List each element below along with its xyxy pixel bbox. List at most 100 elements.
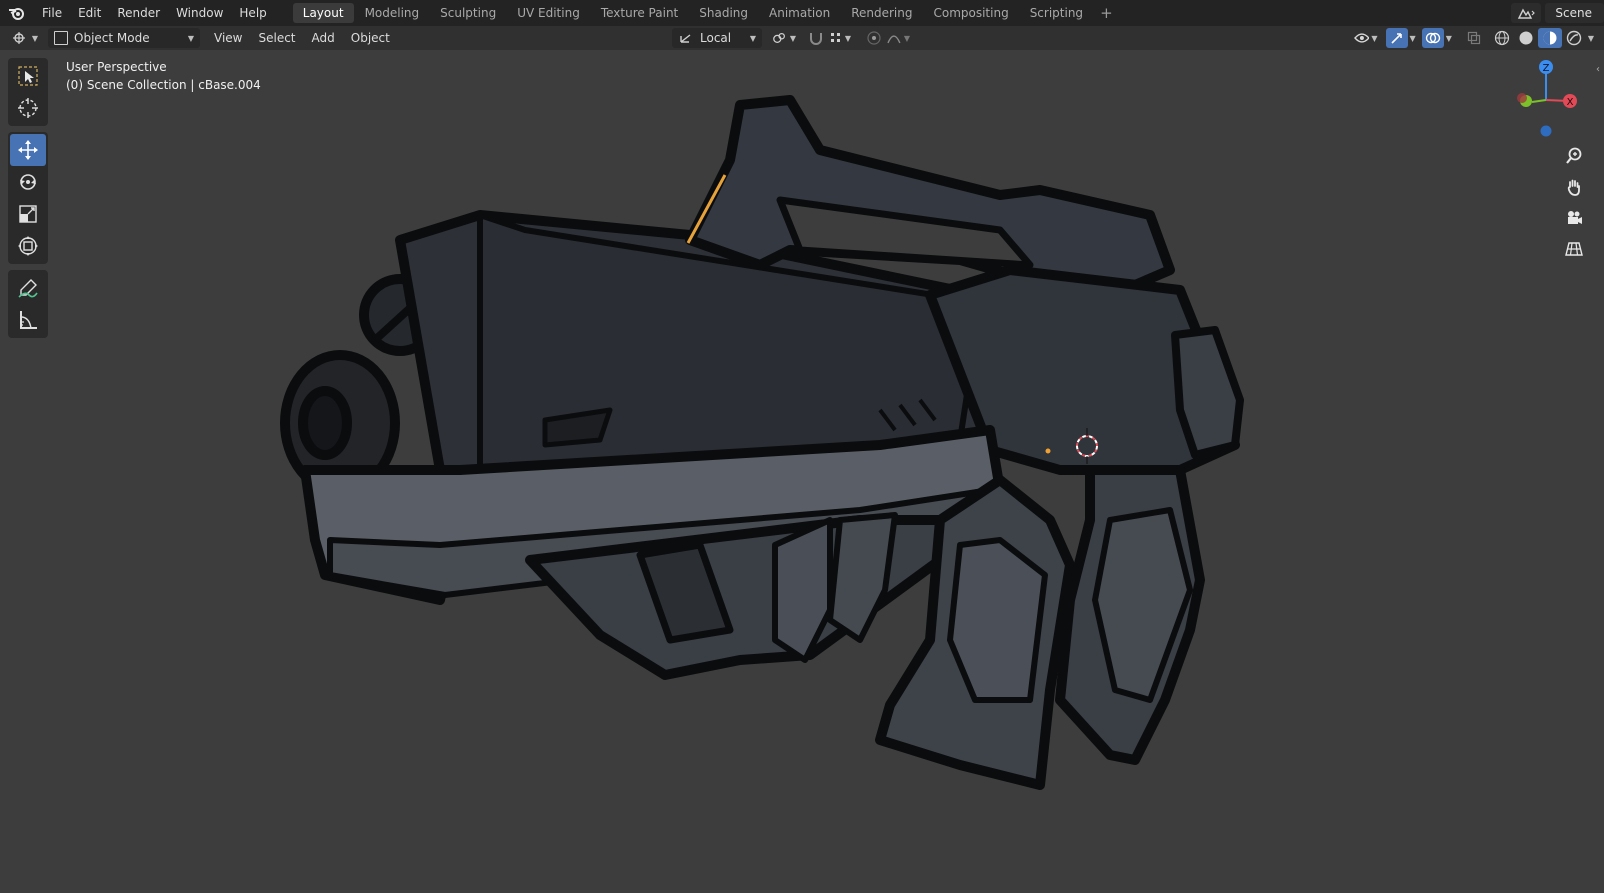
tab-scripting[interactable]: Scripting: [1020, 3, 1093, 23]
camera-view-button[interactable]: [1560, 204, 1588, 232]
gizmo-x-label: X: [1567, 97, 1574, 108]
menu-edit[interactable]: Edit: [70, 0, 109, 26]
tab-modeling[interactable]: Modeling: [355, 3, 430, 23]
chevron-down-icon[interactable]: ▼: [1446, 34, 1452, 43]
menu-help[interactable]: Help: [231, 0, 274, 26]
viewport-info: User Perspective (0) Scene Collection | …: [66, 58, 261, 94]
zoom-icon: [1566, 147, 1582, 164]
proportional-edit-toggle[interactable]: [862, 28, 886, 48]
mode-label: Object Mode: [74, 31, 150, 45]
snap-grid-icon: [830, 33, 840, 42]
falloff-curve-icon: [887, 35, 901, 44]
measure-icon: [20, 311, 37, 329]
measure-tool[interactable]: [10, 304, 46, 336]
falloff-button[interactable]: ▼: [886, 28, 910, 48]
menu-file[interactable]: File: [34, 0, 70, 26]
top-bar: File Edit Render Window Help Layout Mode…: [0, 0, 1604, 26]
overlays-toggle[interactable]: [1421, 28, 1444, 48]
chevron-down-icon[interactable]: ▼: [1588, 34, 1594, 43]
chevron-down-icon: ▼: [1371, 33, 1378, 43]
chevron-down-icon: ▼: [749, 33, 756, 43]
perspective-label: User Perspective: [66, 60, 167, 74]
gun-model[interactable]: [0, 50, 1604, 893]
editor-type-button[interactable]: ▼: [8, 28, 42, 48]
pivot-button[interactable]: ▼: [772, 28, 796, 48]
tab-animation[interactable]: Animation: [759, 3, 840, 23]
move-tool[interactable]: [10, 134, 46, 166]
viewport-header: ▼ Object Mode ▼ View Select Add Object L…: [0, 26, 1604, 50]
scene-icon: [1518, 8, 1536, 19]
3d-viewport[interactable]: User Perspective (0) Scene Collection | …: [0, 50, 1604, 893]
menu-view[interactable]: View: [206, 28, 250, 48]
scale-tool[interactable]: [10, 198, 46, 230]
hand-pan-icon: [1567, 179, 1580, 196]
chevron-down-icon: ▼: [844, 33, 852, 43]
camera-icon: [1568, 211, 1582, 224]
gizmo-toggle[interactable]: [1385, 28, 1408, 48]
rendered-sphere-icon: [1566, 30, 1582, 46]
snap-target-button[interactable]: ▼: [828, 28, 852, 48]
tab-uv-editing[interactable]: UV Editing: [507, 3, 590, 23]
orientation-label: Local: [700, 31, 732, 45]
tab-sculpting[interactable]: Sculpting: [430, 3, 506, 23]
chevron-down-icon: ▼: [187, 33, 194, 43]
grid-ortho-icon: [1565, 242, 1583, 256]
sidebar-expand-icon[interactable]: ‹: [1596, 64, 1600, 75]
pivot-icon: [773, 32, 785, 44]
annotate-tool[interactable]: [10, 272, 46, 304]
collection-label: (0) Scene Collection | cBase.004: [66, 78, 261, 92]
solid-sphere-icon: [1519, 31, 1533, 45]
scene-browse-button[interactable]: [1511, 3, 1542, 23]
rotate-tool[interactable]: [10, 166, 46, 198]
move-icon: [18, 140, 38, 160]
workspace-tabs: Layout Modeling Sculpting UV Editing Tex…: [292, 0, 1119, 26]
gizmo-neg-x-axis: [1517, 93, 1527, 103]
navigation-gizmo[interactable]: Z X: [1514, 58, 1584, 138]
chevron-down-icon: ▼: [903, 33, 910, 43]
menu-render[interactable]: Render: [109, 0, 168, 26]
snap-toggle[interactable]: [804, 28, 828, 48]
tab-layout[interactable]: Layout: [292, 3, 354, 23]
pan-button[interactable]: [1560, 173, 1588, 201]
shading-wireframe[interactable]: [1490, 28, 1514, 48]
orientation-dropdown[interactable]: Local ▼: [672, 28, 762, 48]
viewport-display-tools: ▼ ▼ ▼ ▼: [1353, 28, 1594, 48]
shading-solid[interactable]: [1514, 28, 1538, 48]
shading-material[interactable]: [1537, 28, 1562, 48]
ortho-toggle-button[interactable]: [1560, 235, 1588, 263]
object-cube-icon: [54, 31, 68, 45]
tab-shading[interactable]: Shading: [689, 3, 758, 23]
xray-toggle[interactable]: [1462, 28, 1486, 48]
select-box-tool[interactable]: [10, 60, 46, 92]
chevron-down-icon[interactable]: ▼: [1410, 34, 1416, 43]
menu-object[interactable]: Object: [343, 28, 398, 48]
cursor-tool[interactable]: [10, 92, 46, 124]
gizmo-neg-z-axis: [1540, 125, 1552, 137]
transform-tools: Local ▼ ▼ ▼ ▼: [672, 28, 910, 48]
cursor-icon: [18, 98, 38, 118]
gizmo-icon: [1390, 33, 1402, 44]
object-origin: [1045, 448, 1051, 454]
scene-name[interactable]: Scene: [1545, 3, 1604, 23]
tab-rendering[interactable]: Rendering: [841, 3, 922, 23]
overlays-icon: [1425, 32, 1440, 44]
tab-compositing[interactable]: Compositing: [923, 3, 1018, 23]
menu-window[interactable]: Window: [168, 0, 231, 26]
transform-tool[interactable]: [10, 230, 46, 262]
zoom-button[interactable]: [1560, 142, 1588, 170]
rotate-icon: [20, 174, 36, 190]
shading-rendered[interactable]: [1562, 28, 1586, 48]
scene-selector: Scene: [1511, 0, 1604, 26]
visibility-button[interactable]: ▼: [1353, 28, 1378, 48]
magnet-icon: [810, 33, 822, 45]
tab-texture-paint[interactable]: Texture Paint: [591, 3, 688, 23]
chevron-down-icon: ▼: [31, 33, 39, 43]
blender-logo-icon[interactable]: [0, 0, 34, 26]
material-sphere-icon: [1543, 31, 1557, 45]
menu-add[interactable]: Add: [304, 28, 343, 48]
mode-dropdown[interactable]: Object Mode ▼: [48, 28, 200, 48]
xray-icon: [1467, 31, 1480, 45]
eye-icon: [1353, 33, 1370, 43]
add-workspace-icon[interactable]: +: [1094, 4, 1119, 22]
menu-select[interactable]: Select: [250, 28, 303, 48]
